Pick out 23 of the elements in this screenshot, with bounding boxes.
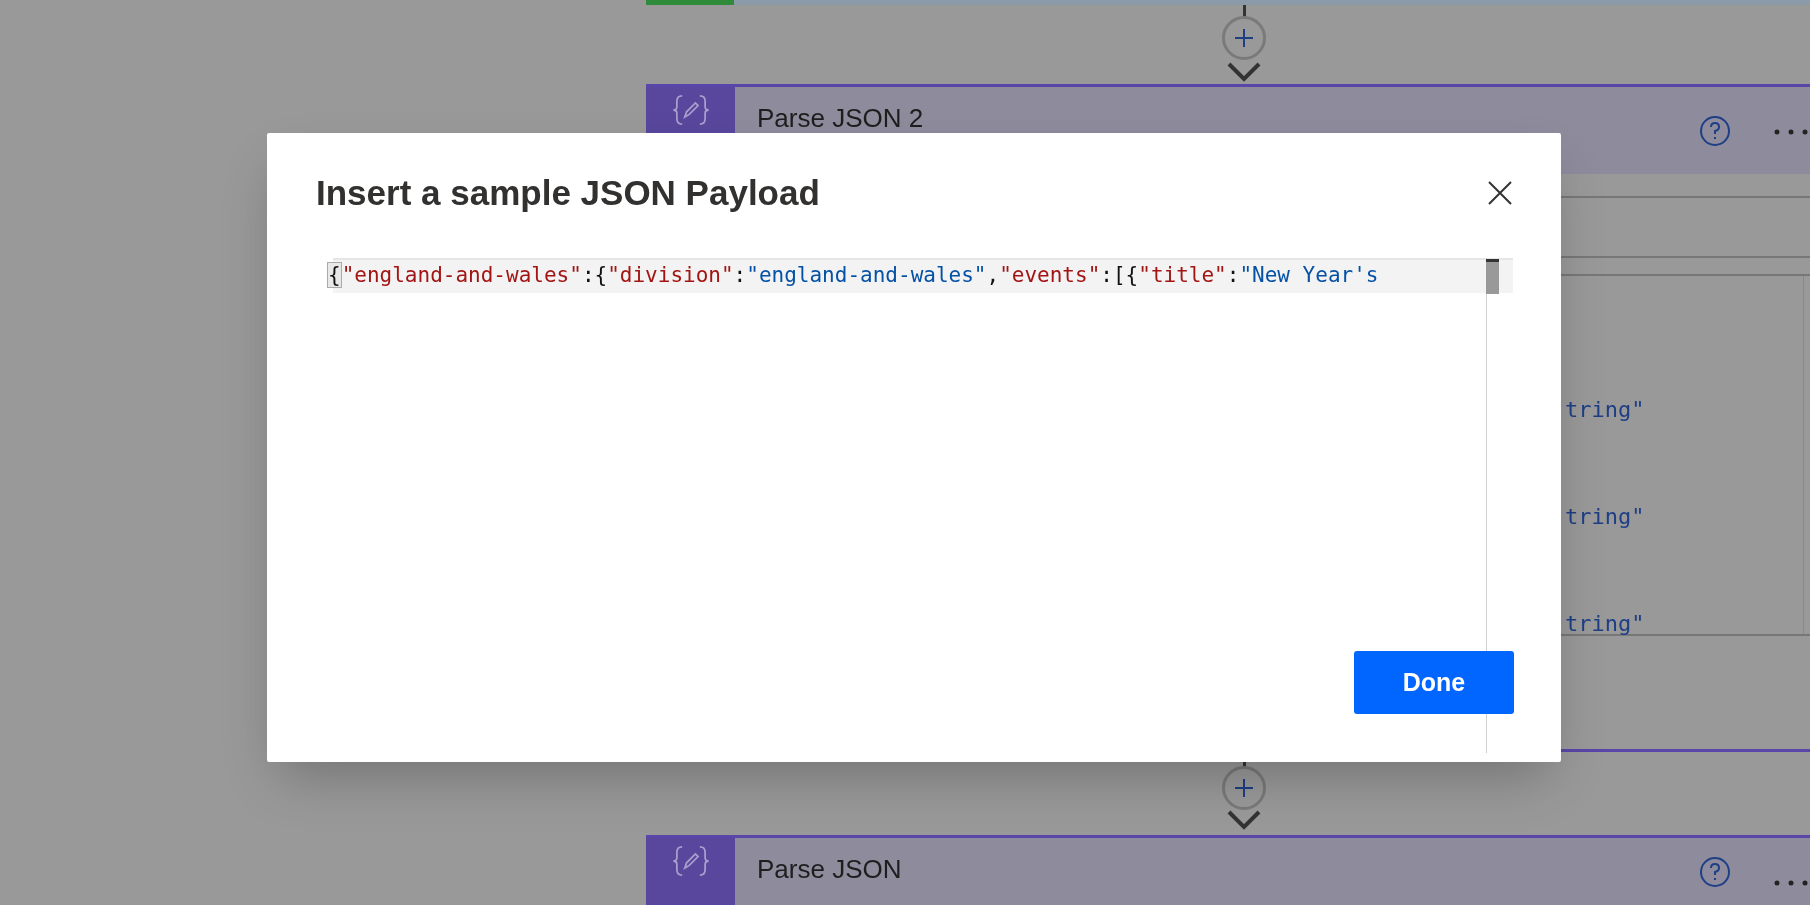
add-step-button[interactable] [1222, 766, 1266, 810]
braces-pencil-icon [671, 846, 710, 876]
done-button[interactable]: Done [1354, 651, 1514, 714]
close-icon[interactable] [1488, 181, 1512, 205]
schema-text: tring" [1565, 503, 1645, 531]
plus-icon [1233, 27, 1255, 49]
schema-text: tring" [1565, 396, 1645, 424]
braces-pencil-icon [671, 95, 710, 125]
question-mark-icon [1709, 121, 1721, 140]
schema-text: tring" [1565, 610, 1645, 638]
help-icon[interactable] [1700, 856, 1730, 887]
question-mark-icon [1709, 862, 1721, 881]
action-title: Parse JSON 2 [757, 102, 924, 135]
help-icon[interactable] [1700, 115, 1730, 146]
dialog-title: Insert a sample JSON Payload [316, 172, 820, 214]
action-card-header[interactable]: Parse JSON [646, 835, 1810, 905]
json-code-line[interactable]: {"england-and-wales":{"division":"england-and-wales","events":[{"title":"New Year's [327, 262, 1379, 288]
add-step-button[interactable] [1222, 16, 1266, 60]
scrollbar-thumb[interactable] [1486, 259, 1499, 294]
plus-icon [1233, 777, 1255, 799]
more-options-icon[interactable] [1774, 129, 1810, 135]
more-options-icon[interactable] [1774, 880, 1810, 886]
action-title: Parse JSON [757, 853, 902, 886]
